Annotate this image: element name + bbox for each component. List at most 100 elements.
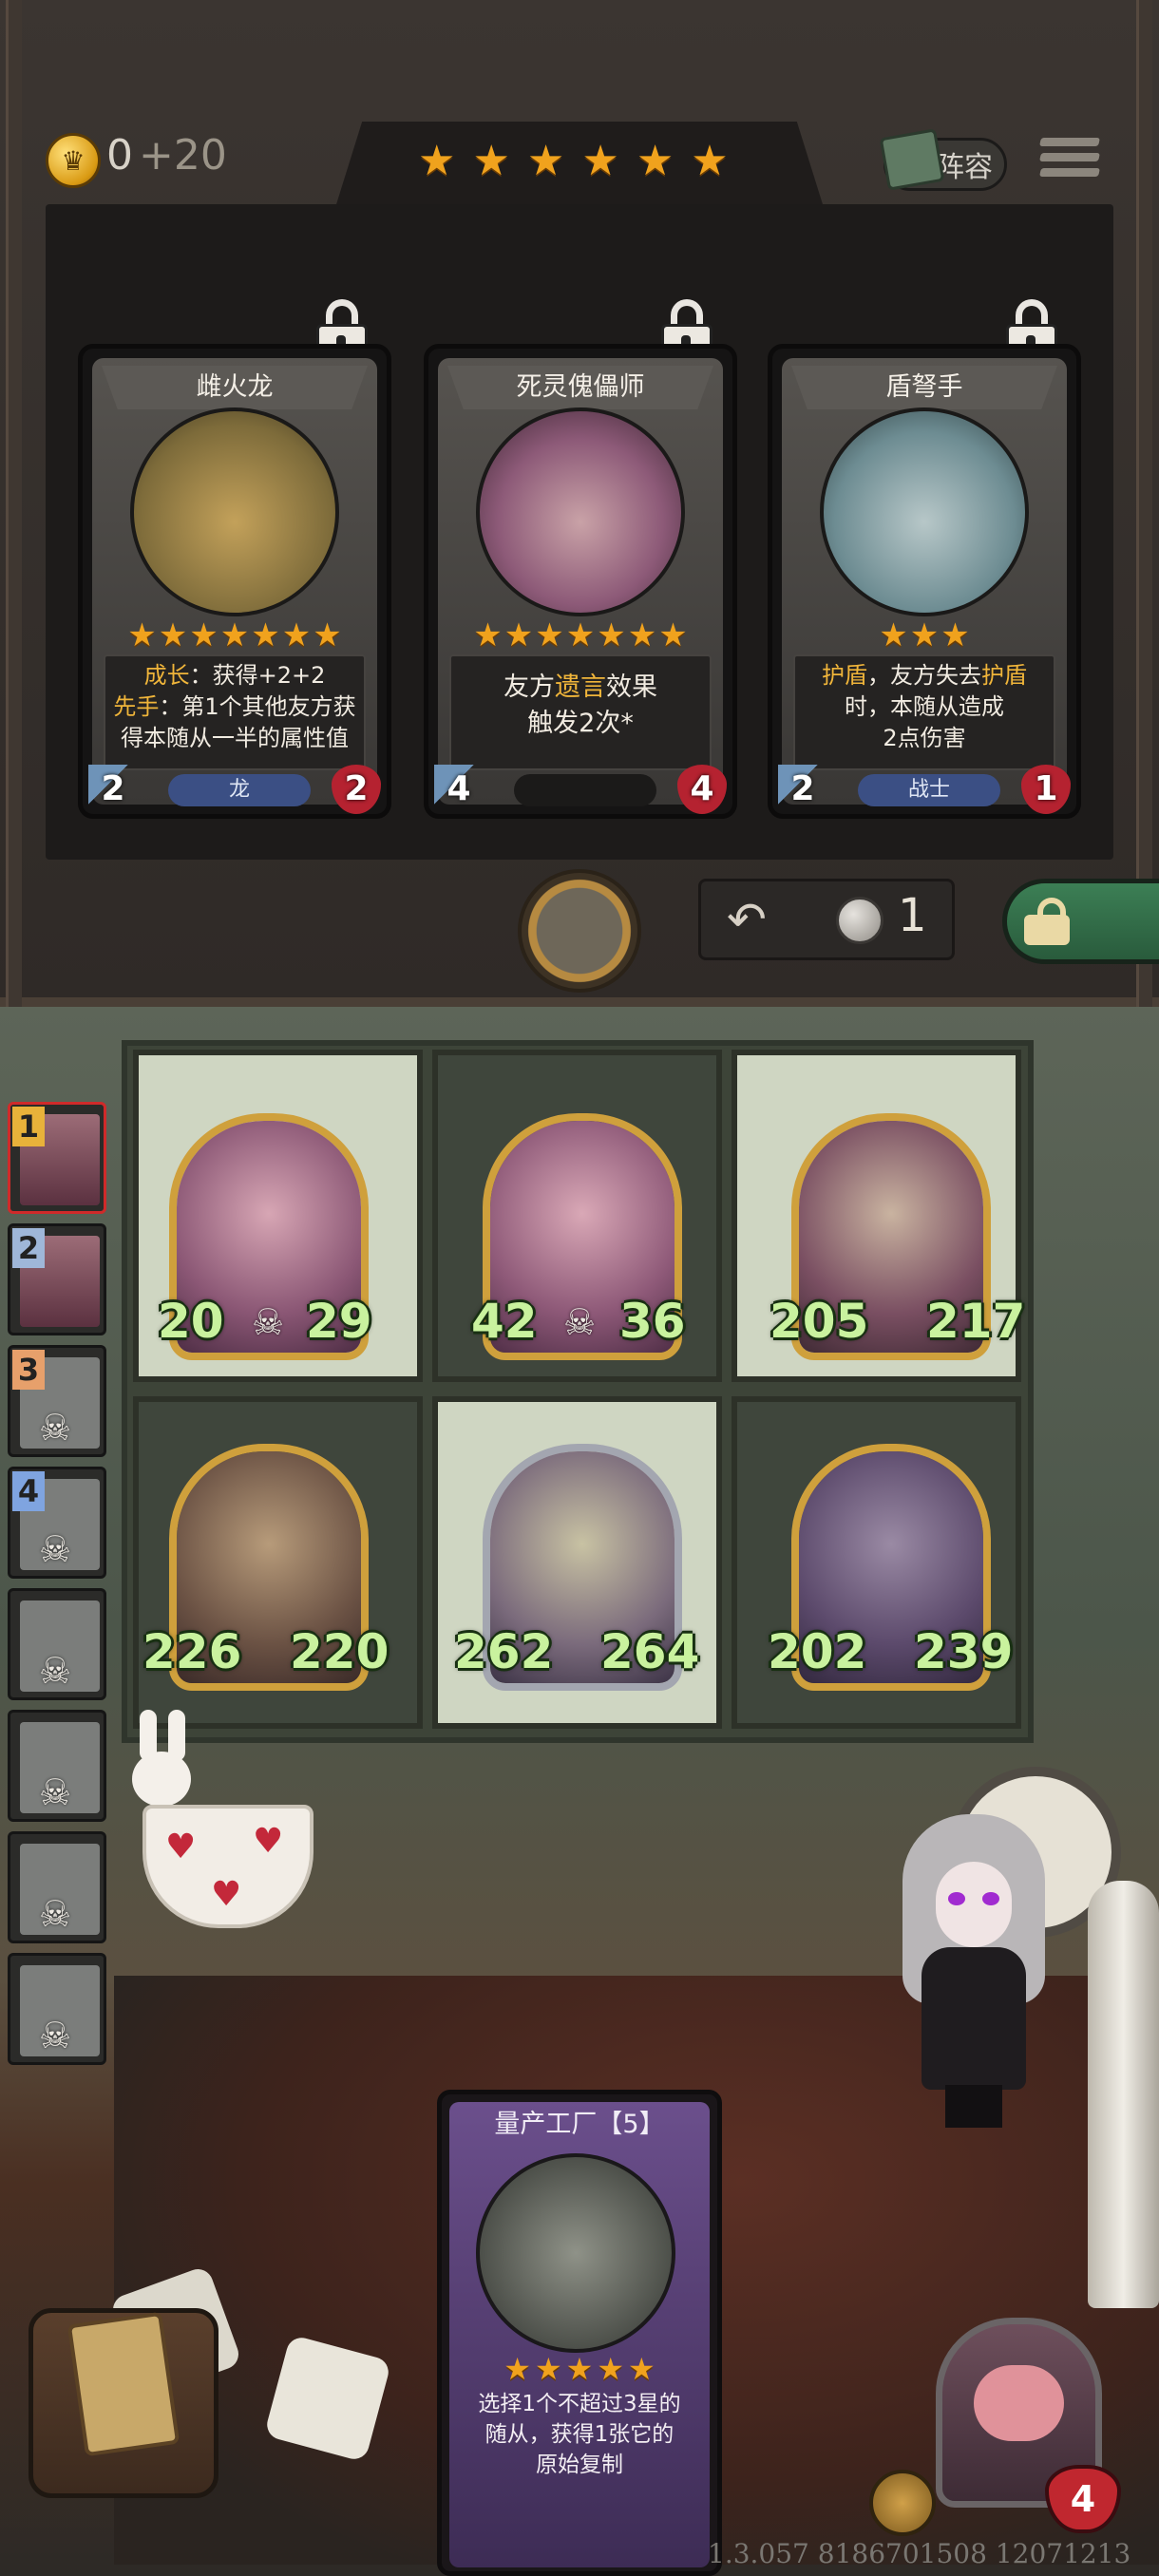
skull-icon: ☠ xyxy=(39,1771,72,1813)
skull-icon: ☠ xyxy=(251,1301,285,1343)
heart-icon: ♥ xyxy=(253,1822,284,1861)
health-value: 2 xyxy=(332,765,381,814)
shop-card[interactable]: 盾弩手 ★★★ 护盾，友方失去护盾 时，本随从造成 2点伤害 2 战士 1 xyxy=(768,344,1081,819)
puppeteer-portrait xyxy=(476,407,685,616)
chess-piece-decoration xyxy=(1088,1881,1159,2308)
rank-number: 3 xyxy=(12,1350,45,1390)
version-text: 1.3.057 8186701508 12071213 xyxy=(708,2538,1131,2569)
minion-attack: 20 xyxy=(158,1294,224,1349)
minion-health: 36 xyxy=(619,1294,686,1349)
coin-icon: ♛ xyxy=(46,133,101,188)
pocket-watch-icon[interactable] xyxy=(518,869,641,993)
shop-card[interactable]: 死灵傀儡师 ★★★★★★★ 友方遗言效果 触发2次* 4 4 xyxy=(424,344,737,819)
heart-icon: ♥ xyxy=(211,1875,242,1914)
factory-portrait xyxy=(476,2153,675,2353)
rank-number: 1 xyxy=(12,1107,45,1146)
star-icon: ★ xyxy=(472,137,510,185)
minion-attack: 262 xyxy=(454,1624,554,1679)
menu-icon-bar xyxy=(1039,168,1100,177)
skull-icon: ☠ xyxy=(39,1650,72,1692)
attack-value: 4 xyxy=(434,765,484,814)
player-rank-item[interactable]: ☠ 3 xyxy=(8,1345,106,1457)
star-icon: ★ xyxy=(313,616,342,654)
star-icon: ★ xyxy=(127,616,157,654)
star-icon: ★ xyxy=(565,616,596,654)
card-name: 死灵傀儡师 xyxy=(447,366,713,409)
card-name: 量产工厂【5】 xyxy=(494,2110,665,2139)
menu-icon-bar xyxy=(1039,138,1100,146)
player-rank-item[interactable]: ☠ xyxy=(8,1953,106,2065)
shop-card[interactable]: 雌火龙 ★★★★★★★ 成长：获得+2+2 先手：第1个其他友方获 得本随从一半… xyxy=(78,344,391,819)
card-name: 雌火龙 xyxy=(102,366,368,409)
card-stars: ★★★ xyxy=(772,618,1076,653)
star-icon: ★ xyxy=(504,616,534,654)
lineup-label: 阵容 xyxy=(936,151,993,184)
star-icon: ★ xyxy=(158,616,188,654)
minion-attack: 42 xyxy=(471,1294,538,1349)
star-icon: ★ xyxy=(691,137,729,185)
card-stars: ★ ★ ★ ★ ★ xyxy=(442,2353,717,2385)
minion-health: 264 xyxy=(600,1624,700,1679)
attack-value: 2 xyxy=(778,765,827,814)
rabbit-decoration xyxy=(128,1710,195,1814)
minion-health: 217 xyxy=(926,1294,1026,1349)
skull-icon: ☠ xyxy=(39,1407,72,1449)
heart-icon: ♥ xyxy=(165,1828,197,1866)
spell-card[interactable]: 量产工厂【5】 ★ ★ ★ ★ ★ 选择1个不超过3星的 随从，获得1张它的 原始复制 xyxy=(437,2090,722,2576)
star-icon: ★ xyxy=(597,2351,625,2387)
health-value: 1 xyxy=(1021,765,1071,814)
tribe-tag: 龙 xyxy=(168,774,311,806)
lineup-icon xyxy=(879,128,945,191)
player-rank-item[interactable]: ☠ xyxy=(8,1831,106,1943)
skull-icon: ☠ xyxy=(39,1893,72,1935)
unlock-icon xyxy=(1024,898,1070,945)
pig-face xyxy=(974,2365,1064,2441)
star-icon: ★ xyxy=(473,616,503,654)
card-description: 护盾，友方失去护盾 时，本随从造成 2点伤害 xyxy=(793,654,1055,770)
star-icon: ★ xyxy=(636,137,674,185)
star-icon: ★ xyxy=(281,616,312,654)
card-name: 盾弩手 xyxy=(791,366,1057,409)
minion-attack: 205 xyxy=(770,1294,869,1349)
star-icon: ★ xyxy=(909,616,940,654)
star-icon: ★ xyxy=(940,616,970,654)
star-icon: ★ xyxy=(658,616,688,654)
star-icon: ★ xyxy=(526,137,565,185)
refresh-icon: ↶ xyxy=(727,892,767,947)
menu-button[interactable] xyxy=(1039,138,1100,193)
star-icon: ★ xyxy=(628,2351,656,2387)
player-rank-item[interactable]: ☠ xyxy=(8,1588,106,1700)
skull-icon: ☠ xyxy=(562,1301,597,1343)
star-icon: ★ xyxy=(879,616,908,654)
skull-icon: ☠ xyxy=(39,1528,72,1570)
player-ranking-list: 1 2 ☠ 3 ☠ 4 ☠ ☠ ☠ ☠ xyxy=(0,1102,112,2099)
hero-power-button[interactable] xyxy=(869,2470,936,2536)
minion-health: 29 xyxy=(306,1294,372,1349)
tribe-tag xyxy=(514,774,656,806)
player-rank-item[interactable]: ☠ 4 xyxy=(8,1467,106,1579)
tavern-tier-stars: ★ ★ ★ ★ ★ ★ xyxy=(418,141,729,182)
star-icon: ★ xyxy=(627,616,657,654)
star-icon: ★ xyxy=(597,616,626,654)
star-icon: ★ xyxy=(219,616,250,654)
player-rank-item[interactable]: 2 xyxy=(8,1223,106,1335)
health-value: 4 xyxy=(677,765,727,814)
attack-value: 2 xyxy=(88,765,138,814)
skull-icon: ☠ xyxy=(39,2015,72,2056)
menu-icon-bar xyxy=(1039,153,1100,161)
player-rank-item[interactable]: 1 xyxy=(8,1102,106,1214)
refresh-cost: 1 xyxy=(898,889,927,942)
star-icon: ★ xyxy=(535,616,564,654)
scroll-icon xyxy=(66,2311,180,2457)
player-rank-item[interactable]: ☠ xyxy=(8,1710,106,1822)
card-stars: ★★★★★★★ xyxy=(83,618,387,653)
star-icon: ★ xyxy=(418,137,456,185)
card-description: 选择1个不超过3星的 随从，获得1张它的 原始复制 xyxy=(478,2392,681,2477)
left-rail xyxy=(6,0,22,1007)
star-icon: ★ xyxy=(581,137,619,185)
minion-attack: 226 xyxy=(142,1624,242,1679)
star-icon: ★ xyxy=(534,2351,562,2387)
gold-counter: 0 +20 xyxy=(106,131,227,180)
card-description: 成长：获得+2+2 先手：第1个其他友方获 得本随从一半的属性值 xyxy=(104,654,366,770)
tribe-tag: 战士 xyxy=(858,774,1000,806)
